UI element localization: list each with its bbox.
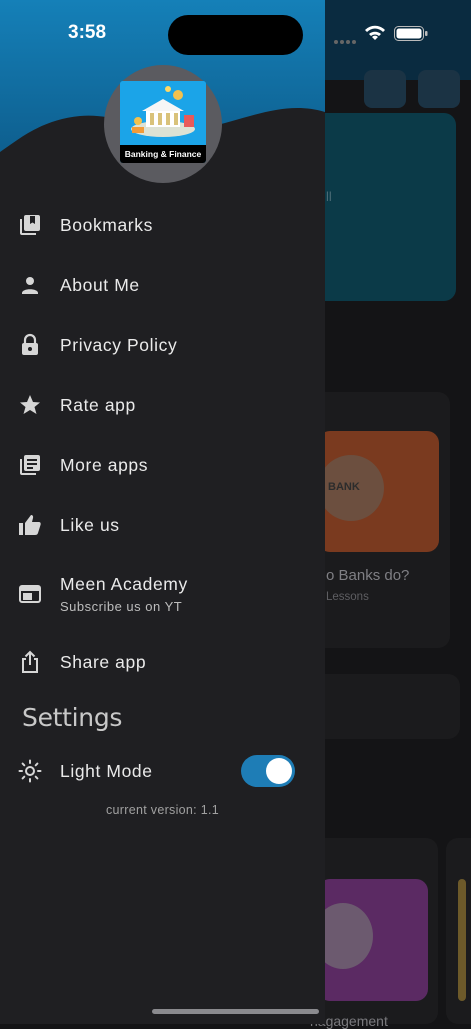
- background-fragment-banks: o Banks do?: [326, 567, 410, 584]
- status-time: 3:58: [68, 22, 107, 43]
- thumbs-up-icon: [18, 513, 42, 537]
- brightness-icon: [18, 759, 42, 783]
- version-text: current version: 1.1: [106, 803, 219, 817]
- light-mode-label: Light Mode: [60, 761, 153, 781]
- home-indicator[interactable]: [152, 1009, 319, 1014]
- app-logo-caption: Banking & Finance: [120, 145, 206, 163]
- background-fragment-all: ll: [326, 189, 332, 204]
- menu-sublabel-meen-academy: Subscribe us on YT: [60, 599, 183, 614]
- web-window-icon: [18, 582, 42, 606]
- menu-label-like-us: Like us: [60, 515, 120, 535]
- library-icon: [18, 453, 42, 477]
- menu-label-rate-app: Rate app: [60, 395, 136, 415]
- menu-item-about-me[interactable]: About Me: [0, 255, 325, 315]
- navigation-drawer: Banking & Finance Bookmarks About Me Pri…: [0, 0, 325, 1024]
- menu-item-more-apps[interactable]: More apps: [0, 435, 325, 495]
- menu-label-privacy-policy: Privacy Policy: [60, 335, 178, 355]
- lock-icon: [18, 333, 42, 357]
- light-mode-toggle-knob: [266, 758, 292, 784]
- bank-illustration-icon: [120, 81, 206, 145]
- person-icon: [18, 273, 42, 297]
- menu-label-share-app: Share app: [60, 652, 147, 672]
- background-edge-accent: [458, 879, 466, 1001]
- menu-label-more-apps: More apps: [60, 455, 149, 475]
- light-mode-toggle[interactable]: [241, 755, 295, 787]
- bookmarks-icon: [18, 213, 42, 237]
- menu-label-meen-academy: Meen Academy: [60, 574, 188, 594]
- background-bank-badge: BANK: [328, 481, 360, 493]
- background-fragment-lessons: Lessons: [326, 591, 369, 603]
- menu-item-privacy-policy[interactable]: Privacy Policy: [0, 315, 325, 375]
- dynamic-island: [168, 15, 303, 55]
- background-qr-button: [418, 70, 460, 108]
- star-icon: [18, 393, 42, 417]
- menu-label-about-me: About Me: [60, 275, 140, 295]
- status-bar: 3:58: [0, 0, 471, 70]
- settings-heading: Settings: [22, 703, 123, 732]
- menu-item-rate-app[interactable]: Rate app: [0, 375, 325, 435]
- background-bookmark-button: [364, 70, 406, 108]
- menu-item-meen-academy[interactable]: Meen Academy Subscribe us on YT: [0, 560, 325, 626]
- menu-item-like-us[interactable]: Like us: [0, 495, 325, 555]
- menu-item-bookmarks[interactable]: Bookmarks: [0, 195, 325, 255]
- app-logo: Banking & Finance: [120, 81, 206, 163]
- share-icon: [18, 650, 42, 674]
- menu-item-share-app[interactable]: Share app: [0, 632, 325, 692]
- menu-label-bookmarks: Bookmarks: [60, 215, 153, 235]
